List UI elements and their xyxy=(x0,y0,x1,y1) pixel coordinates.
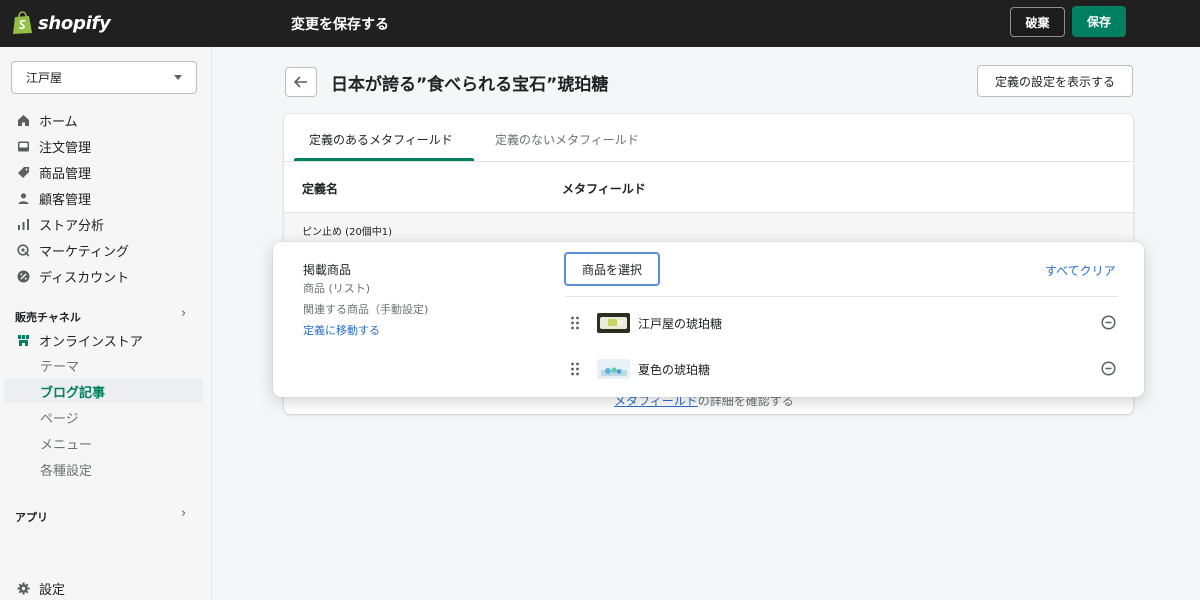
nav-item-online-store[interactable]: オンラインストア xyxy=(16,330,143,350)
nav-label: 顧客管理 xyxy=(39,192,92,208)
caret-down-icon xyxy=(174,75,182,80)
store-name: 江戸屋 xyxy=(26,71,63,85)
nav-label: ストア分析 xyxy=(39,218,105,234)
discard-button[interactable]: 破棄 xyxy=(1010,7,1065,37)
tab-without-definition[interactable]: 定義のないメタフィールド xyxy=(495,131,639,148)
store-selector[interactable]: 江戸屋 xyxy=(11,61,197,94)
select-products-button[interactable]: 商品を選択 xyxy=(564,252,660,286)
nav-label: 設定 xyxy=(39,582,66,598)
divider xyxy=(565,296,1118,297)
chevron-right-icon[interactable]: › xyxy=(181,506,186,521)
nav-item-settings[interactable]: 設定 xyxy=(16,578,65,598)
tab-with-definition[interactable]: 定義のあるメタフィールド xyxy=(309,131,453,148)
nav-label: ホーム xyxy=(39,114,78,130)
nav-item-marketing[interactable]: マーケティング xyxy=(16,240,129,260)
nav-item-products[interactable]: 商品管理 xyxy=(16,162,91,182)
go-to-definition-link[interactable]: 定義に移動する xyxy=(303,322,380,338)
person-icon xyxy=(16,191,30,205)
shopify-logo[interactable]: shopify xyxy=(12,11,111,35)
sidebar: 江戸屋 ホーム 注文管理 商品管理 顧客管理 ストア分析 マーケティング ディス… xyxy=(0,47,212,600)
definition-description: 関連する商品（手動設定) xyxy=(303,303,429,316)
definition-title: 掲載商品 xyxy=(303,263,352,277)
product-item: 夏色の琥珀糖 xyxy=(565,356,1118,382)
sub-item-preferences[interactable]: 各種設定 xyxy=(40,460,92,479)
column-header-metafield: メタフィールド xyxy=(562,182,646,196)
column-header-definition: 定義名 xyxy=(302,182,339,196)
remove-circle-icon[interactable] xyxy=(1101,361,1116,376)
nav-label: オンラインストア xyxy=(39,334,143,350)
product-item: 江戸屋の琥珀糖 xyxy=(565,310,1118,336)
pinned-count: ピン止め (20個中1) xyxy=(302,227,393,238)
nav-label: 商品管理 xyxy=(39,166,92,182)
nav-item-orders[interactable]: 注文管理 xyxy=(16,136,91,156)
save-button[interactable]: 保存 xyxy=(1072,6,1126,37)
nav-item-customers[interactable]: 顧客管理 xyxy=(16,188,91,208)
sub-item-navigation[interactable]: メニュー xyxy=(40,434,92,453)
sales-channels-label: 販売チャネル xyxy=(15,311,81,324)
back-button[interactable] xyxy=(285,67,317,97)
store-icon xyxy=(16,333,30,347)
definition-type: 商品 (リスト) xyxy=(303,282,371,295)
product-name: 夏色の琥珀糖 xyxy=(638,363,711,377)
sub-item-blog-posts[interactable]: ブログ記事 xyxy=(40,382,105,401)
logo-text: shopify xyxy=(38,12,111,34)
product-name: 江戸屋の琥珀糖 xyxy=(638,317,723,331)
bar-chart-icon xyxy=(16,217,30,231)
shopify-bag-icon xyxy=(13,11,32,34)
nav-item-analytics[interactable]: ストア分析 xyxy=(16,214,104,234)
show-definition-settings-button[interactable]: 定義の設定を表示する xyxy=(977,65,1133,97)
target-icon xyxy=(16,243,30,257)
unsaved-changes-message: 変更を保存する xyxy=(291,17,389,33)
nav-label: 注文管理 xyxy=(39,140,92,156)
discount-icon xyxy=(16,269,30,283)
nav-label: ディスカウント xyxy=(39,270,130,286)
product-thumbnail xyxy=(597,359,630,379)
divider xyxy=(284,161,1133,162)
metafield-row: 掲載商品 商品 (リスト) 関連する商品（手動設定) 定義に移動する 商品を選択… xyxy=(273,242,1144,397)
drag-handle-icon[interactable] xyxy=(570,362,580,376)
nav-item-home[interactable]: ホーム xyxy=(16,110,78,130)
remove-circle-icon[interactable] xyxy=(1101,315,1116,330)
product-thumbnail xyxy=(597,313,630,333)
tag-icon xyxy=(16,165,30,179)
sub-item-themes[interactable]: テーマ xyxy=(40,356,79,375)
arrow-left-icon xyxy=(294,76,307,88)
apps-label: アプリ xyxy=(15,511,48,524)
clear-all-link[interactable]: すべてクリア xyxy=(1045,262,1116,279)
page-title: 日本が誇る”食べられる宝石”琥珀糖 xyxy=(331,75,609,95)
nav-label: マーケティング xyxy=(39,244,129,260)
gear-icon xyxy=(16,581,30,595)
pinned-section-header: ピン止め (20個中1) xyxy=(284,213,1133,245)
top-bar: shopify 変更を保存する 破棄 保存 xyxy=(0,0,1200,47)
sub-item-pages[interactable]: ページ xyxy=(40,408,79,427)
drag-handle-icon[interactable] xyxy=(570,316,580,330)
inbox-icon xyxy=(16,139,30,153)
chevron-right-icon[interactable]: › xyxy=(181,306,186,321)
home-icon xyxy=(16,113,30,127)
nav-item-discounts[interactable]: ディスカウント xyxy=(16,266,129,286)
